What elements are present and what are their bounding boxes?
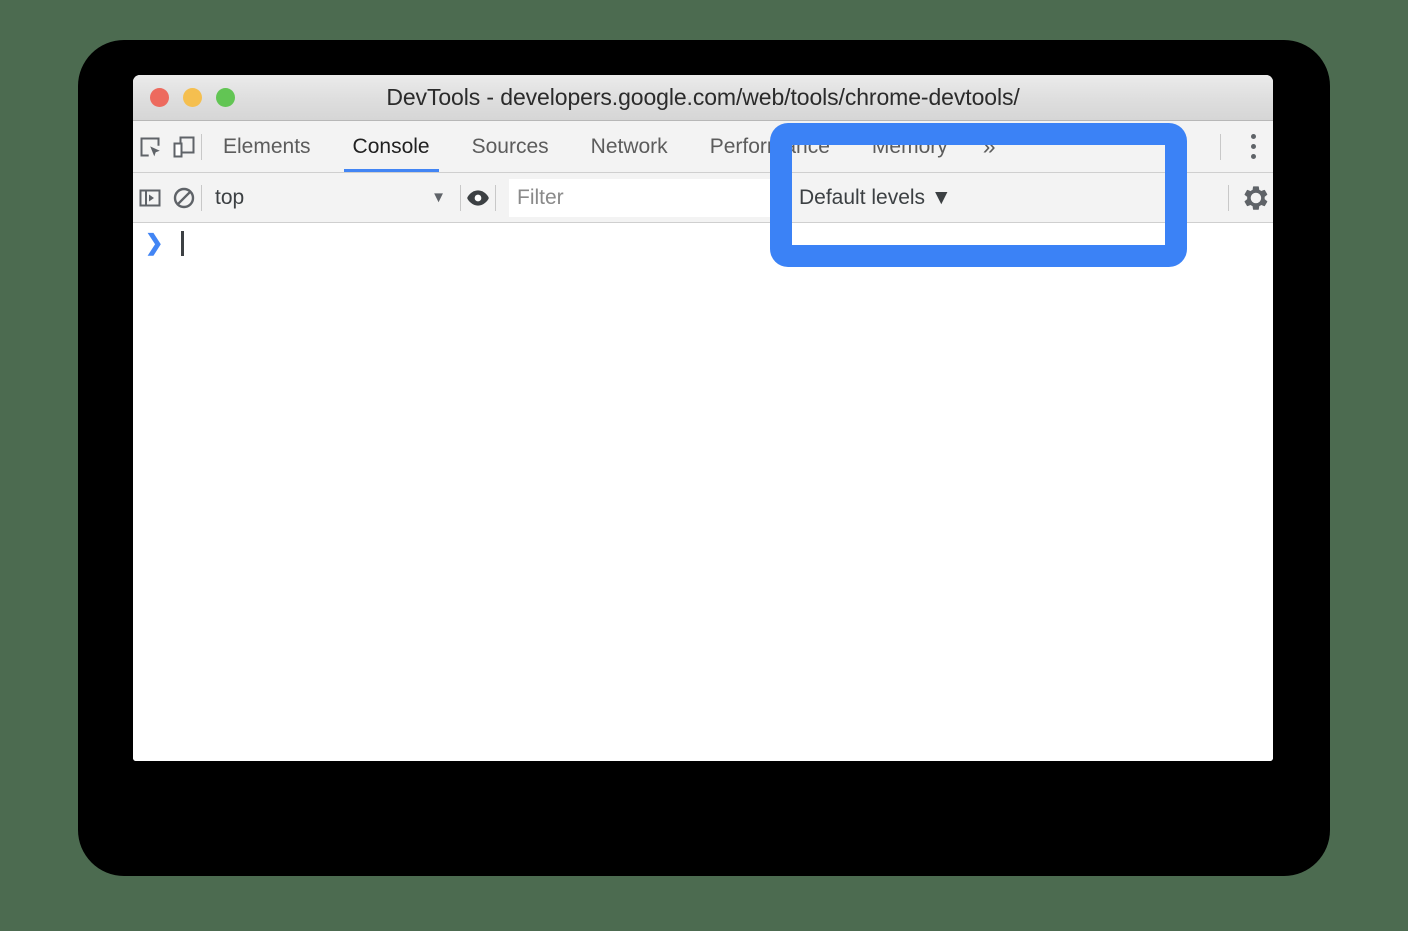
tab-memory[interactable]: Memory	[851, 121, 969, 172]
execution-context-value: top	[215, 185, 245, 209]
tab-performance[interactable]: Performance	[689, 121, 851, 172]
console-filter-toolbar: top ▼ Default levels ▼	[133, 173, 1273, 223]
screenshot-stage: DevTools - developers.google.com/web/too…	[0, 0, 1408, 931]
tab-elements[interactable]: Elements	[202, 121, 332, 172]
filter-toolbar-right-group	[1224, 173, 1273, 222]
tab-overflow-button[interactable]: »	[969, 121, 1010, 172]
clear-console-icon[interactable]	[167, 181, 201, 215]
inspect-element-icon[interactable]	[133, 130, 167, 164]
tab-label: Elements	[223, 134, 311, 158]
tabbar-right-divider	[1220, 133, 1221, 160]
chevron-down-icon: ▼	[431, 189, 446, 206]
minimize-button[interactable]	[183, 88, 202, 107]
tab-label: Network	[590, 134, 668, 158]
tab-overflow-label: »	[982, 133, 996, 159]
device-toolbar-icon[interactable]	[167, 130, 201, 164]
tab-label: Sources	[471, 134, 549, 158]
close-button[interactable]	[150, 88, 169, 107]
console-prompt[interactable]: ❯	[133, 223, 1273, 263]
tab-sources[interactable]: Sources	[451, 121, 570, 172]
tab-console[interactable]: Console	[332, 121, 451, 172]
filter-toolbar-divider-3	[495, 184, 496, 211]
prompt-arrow-icon: ❯	[145, 230, 164, 255]
tab-network[interactable]: Network	[570, 121, 689, 172]
text-caret	[181, 230, 185, 256]
gear-icon[interactable]	[1239, 181, 1273, 215]
tab-list: Elements Console Sources Network Perform…	[202, 121, 1010, 172]
traffic-lights	[150, 88, 235, 107]
window-title: DevTools - developers.google.com/web/too…	[386, 84, 1020, 110]
tab-label: Performance	[709, 134, 830, 158]
tabbar-right-group	[1216, 121, 1273, 172]
tab-label: Memory	[871, 134, 948, 158]
filter-input[interactable]	[509, 178, 777, 217]
log-level-dropdown[interactable]: Default levels ▼	[799, 186, 952, 210]
devtools-window: DevTools - developers.google.com/web/too…	[133, 75, 1273, 761]
console-sidebar-icon[interactable]	[133, 181, 167, 215]
execution-context-selector[interactable]: top ▼	[202, 173, 460, 222]
zoom-button[interactable]	[216, 88, 235, 107]
kebab-menu-icon[interactable]	[1233, 134, 1273, 159]
devtools-tabbar: Elements Console Sources Network Perform…	[133, 121, 1273, 173]
live-expression-icon[interactable]	[461, 181, 495, 215]
filter-toolbar-right-divider	[1228, 184, 1229, 211]
tab-label: Console	[352, 134, 430, 158]
console-output-area[interactable]: ❯	[133, 223, 1273, 761]
window-titlebar: DevTools - developers.google.com/web/too…	[133, 75, 1273, 121]
